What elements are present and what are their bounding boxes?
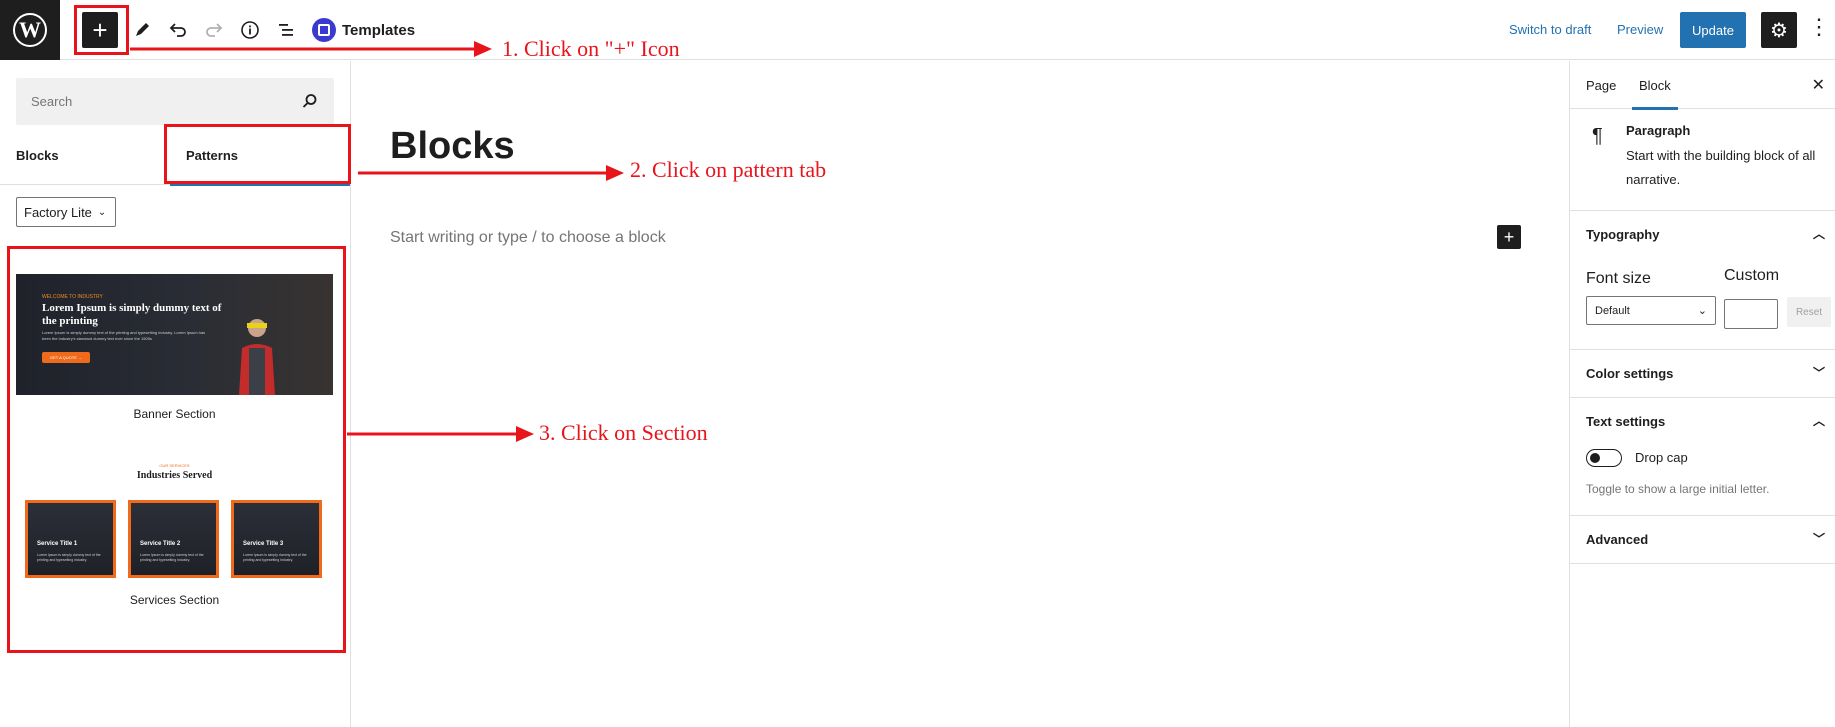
chevron-down-icon: ⌄ bbox=[97, 206, 107, 218]
annotation-step2: 2. Click on pattern tab bbox=[630, 157, 827, 182]
tab-block[interactable]: Block bbox=[1632, 61, 1678, 110]
custom-size-label: Custom bbox=[1724, 267, 1780, 284]
search-input[interactable] bbox=[16, 78, 334, 125]
details-button[interactable] bbox=[232, 12, 268, 48]
chevron-up-icon: ︿ bbox=[1812, 414, 1825, 428]
advanced-toggle[interactable]: Advanced ﹀ bbox=[1570, 516, 1835, 563]
color-settings-toggle[interactable]: Color settings ﹀ bbox=[1570, 350, 1835, 397]
preview-button[interactable]: Preview bbox=[1617, 22, 1663, 37]
inserter-search bbox=[16, 78, 334, 125]
text-settings-panel: Text settings ︿ Drop cap Toggle to show … bbox=[1570, 398, 1835, 516]
panel-title: Color settings bbox=[1586, 366, 1674, 381]
page-title[interactable]: Blocks bbox=[390, 125, 515, 168]
drop-cap-help: Toggle to show a large initial letter. bbox=[1586, 482, 1770, 496]
info-icon bbox=[241, 21, 259, 39]
annotation-step1: 1. Click on "+" Icon bbox=[502, 36, 680, 61]
search-icon bbox=[302, 94, 317, 108]
custom-font-size-input[interactable] bbox=[1724, 299, 1778, 329]
undo-icon bbox=[169, 23, 186, 37]
typography-body: Font size Custom Default ⌄ Reset bbox=[1570, 258, 1835, 349]
undo-button[interactable] bbox=[160, 12, 196, 48]
chevron-down-icon: ﹀ bbox=[1812, 532, 1825, 546]
template-selector[interactable]: Templates bbox=[312, 18, 415, 42]
font-size-value: Default bbox=[1595, 304, 1630, 317]
pattern-category-select[interactable]: Factory Lite ⌄ bbox=[16, 197, 116, 227]
tab-blocks[interactable]: Blocks bbox=[16, 125, 59, 185]
text-settings-toggle[interactable]: Text settings ︿ bbox=[1570, 398, 1835, 445]
paragraph-icon: ¶ bbox=[1592, 125, 1603, 147]
advanced-panel: Advanced ﹀ bbox=[1570, 516, 1835, 564]
chevron-up-icon: ︿ bbox=[1812, 227, 1825, 241]
font-size-select[interactable]: Default ⌄ bbox=[1586, 296, 1716, 325]
color-settings-panel: Color settings ﹀ bbox=[1570, 350, 1835, 398]
close-icon[interactable]: ✕ bbox=[1812, 75, 1825, 95]
panel-title: Typography bbox=[1586, 227, 1660, 242]
block-card: ¶ Paragraph Start with the building bloc… bbox=[1570, 109, 1835, 211]
annotation-box-section bbox=[7, 246, 346, 653]
tools-button[interactable] bbox=[124, 12, 160, 48]
template-icon bbox=[312, 18, 336, 42]
list-view-icon bbox=[279, 24, 293, 36]
panel-title: Text settings bbox=[1586, 414, 1666, 429]
template-label: Templates bbox=[342, 21, 416, 39]
annotation-step3: 3. Click on Section bbox=[539, 420, 708, 445]
list-view-button[interactable] bbox=[268, 12, 304, 48]
switch-to-draft-button[interactable]: Switch to draft bbox=[1509, 22, 1591, 37]
drop-cap-label: Drop cap bbox=[1635, 450, 1688, 465]
chevron-down-icon: ﹀ bbox=[1812, 366, 1825, 380]
typography-toggle[interactable]: Typography ︿ bbox=[1570, 211, 1835, 258]
sidebar-tabs: Page Block ✕ bbox=[1570, 61, 1835, 110]
pattern-category-value: Factory Lite bbox=[24, 204, 92, 220]
tab-page[interactable]: Page bbox=[1586, 61, 1616, 109]
font-size-label: Font size bbox=[1586, 270, 1651, 287]
chevron-down-icon: ⌄ bbox=[1697, 305, 1707, 317]
redo-icon bbox=[206, 23, 223, 37]
wordpress-icon: W bbox=[13, 13, 47, 47]
block-name: Paragraph bbox=[1626, 123, 1691, 138]
pencil-icon bbox=[136, 23, 149, 36]
vertical-ellipsis-icon: ⋮ bbox=[1808, 14, 1830, 39]
reset-button[interactable]: Reset bbox=[1787, 297, 1831, 327]
text-settings-body: Drop cap Toggle to show a large initial … bbox=[1570, 445, 1835, 515]
settings-button[interactable]: ⚙ bbox=[1761, 12, 1797, 48]
wordpress-logo-button[interactable]: W bbox=[0, 0, 60, 60]
block-description: Start with the building block of all nar… bbox=[1626, 148, 1816, 187]
drop-cap-toggle[interactable] bbox=[1586, 449, 1622, 467]
update-button[interactable]: Update bbox=[1680, 12, 1746, 48]
gear-icon: ⚙ bbox=[1770, 19, 1788, 42]
editor-header: W + Templates Switch to draft Preview Up… bbox=[0, 0, 1835, 60]
plus-icon: + bbox=[1503, 226, 1515, 247]
annotation-box-patterns bbox=[164, 124, 351, 184]
settings-sidebar: Page Block ✕ ¶ Paragraph Start with the … bbox=[1569, 61, 1835, 727]
inline-add-block-button[interactable]: + bbox=[1497, 225, 1521, 249]
editor-canvas: Blocks Start writing or type / to choose… bbox=[351, 61, 1569, 727]
paragraph-placeholder[interactable]: Start writing or type / to choose a bloc… bbox=[390, 229, 666, 247]
typography-panel: Typography ︿ Font size Custom Default ⌄ … bbox=[1570, 211, 1835, 350]
redo-button[interactable] bbox=[196, 12, 232, 48]
annotation-box-plus bbox=[74, 5, 129, 55]
panel-title: Advanced bbox=[1586, 532, 1649, 547]
more-options-button[interactable]: ⋮ bbox=[1808, 14, 1830, 40]
